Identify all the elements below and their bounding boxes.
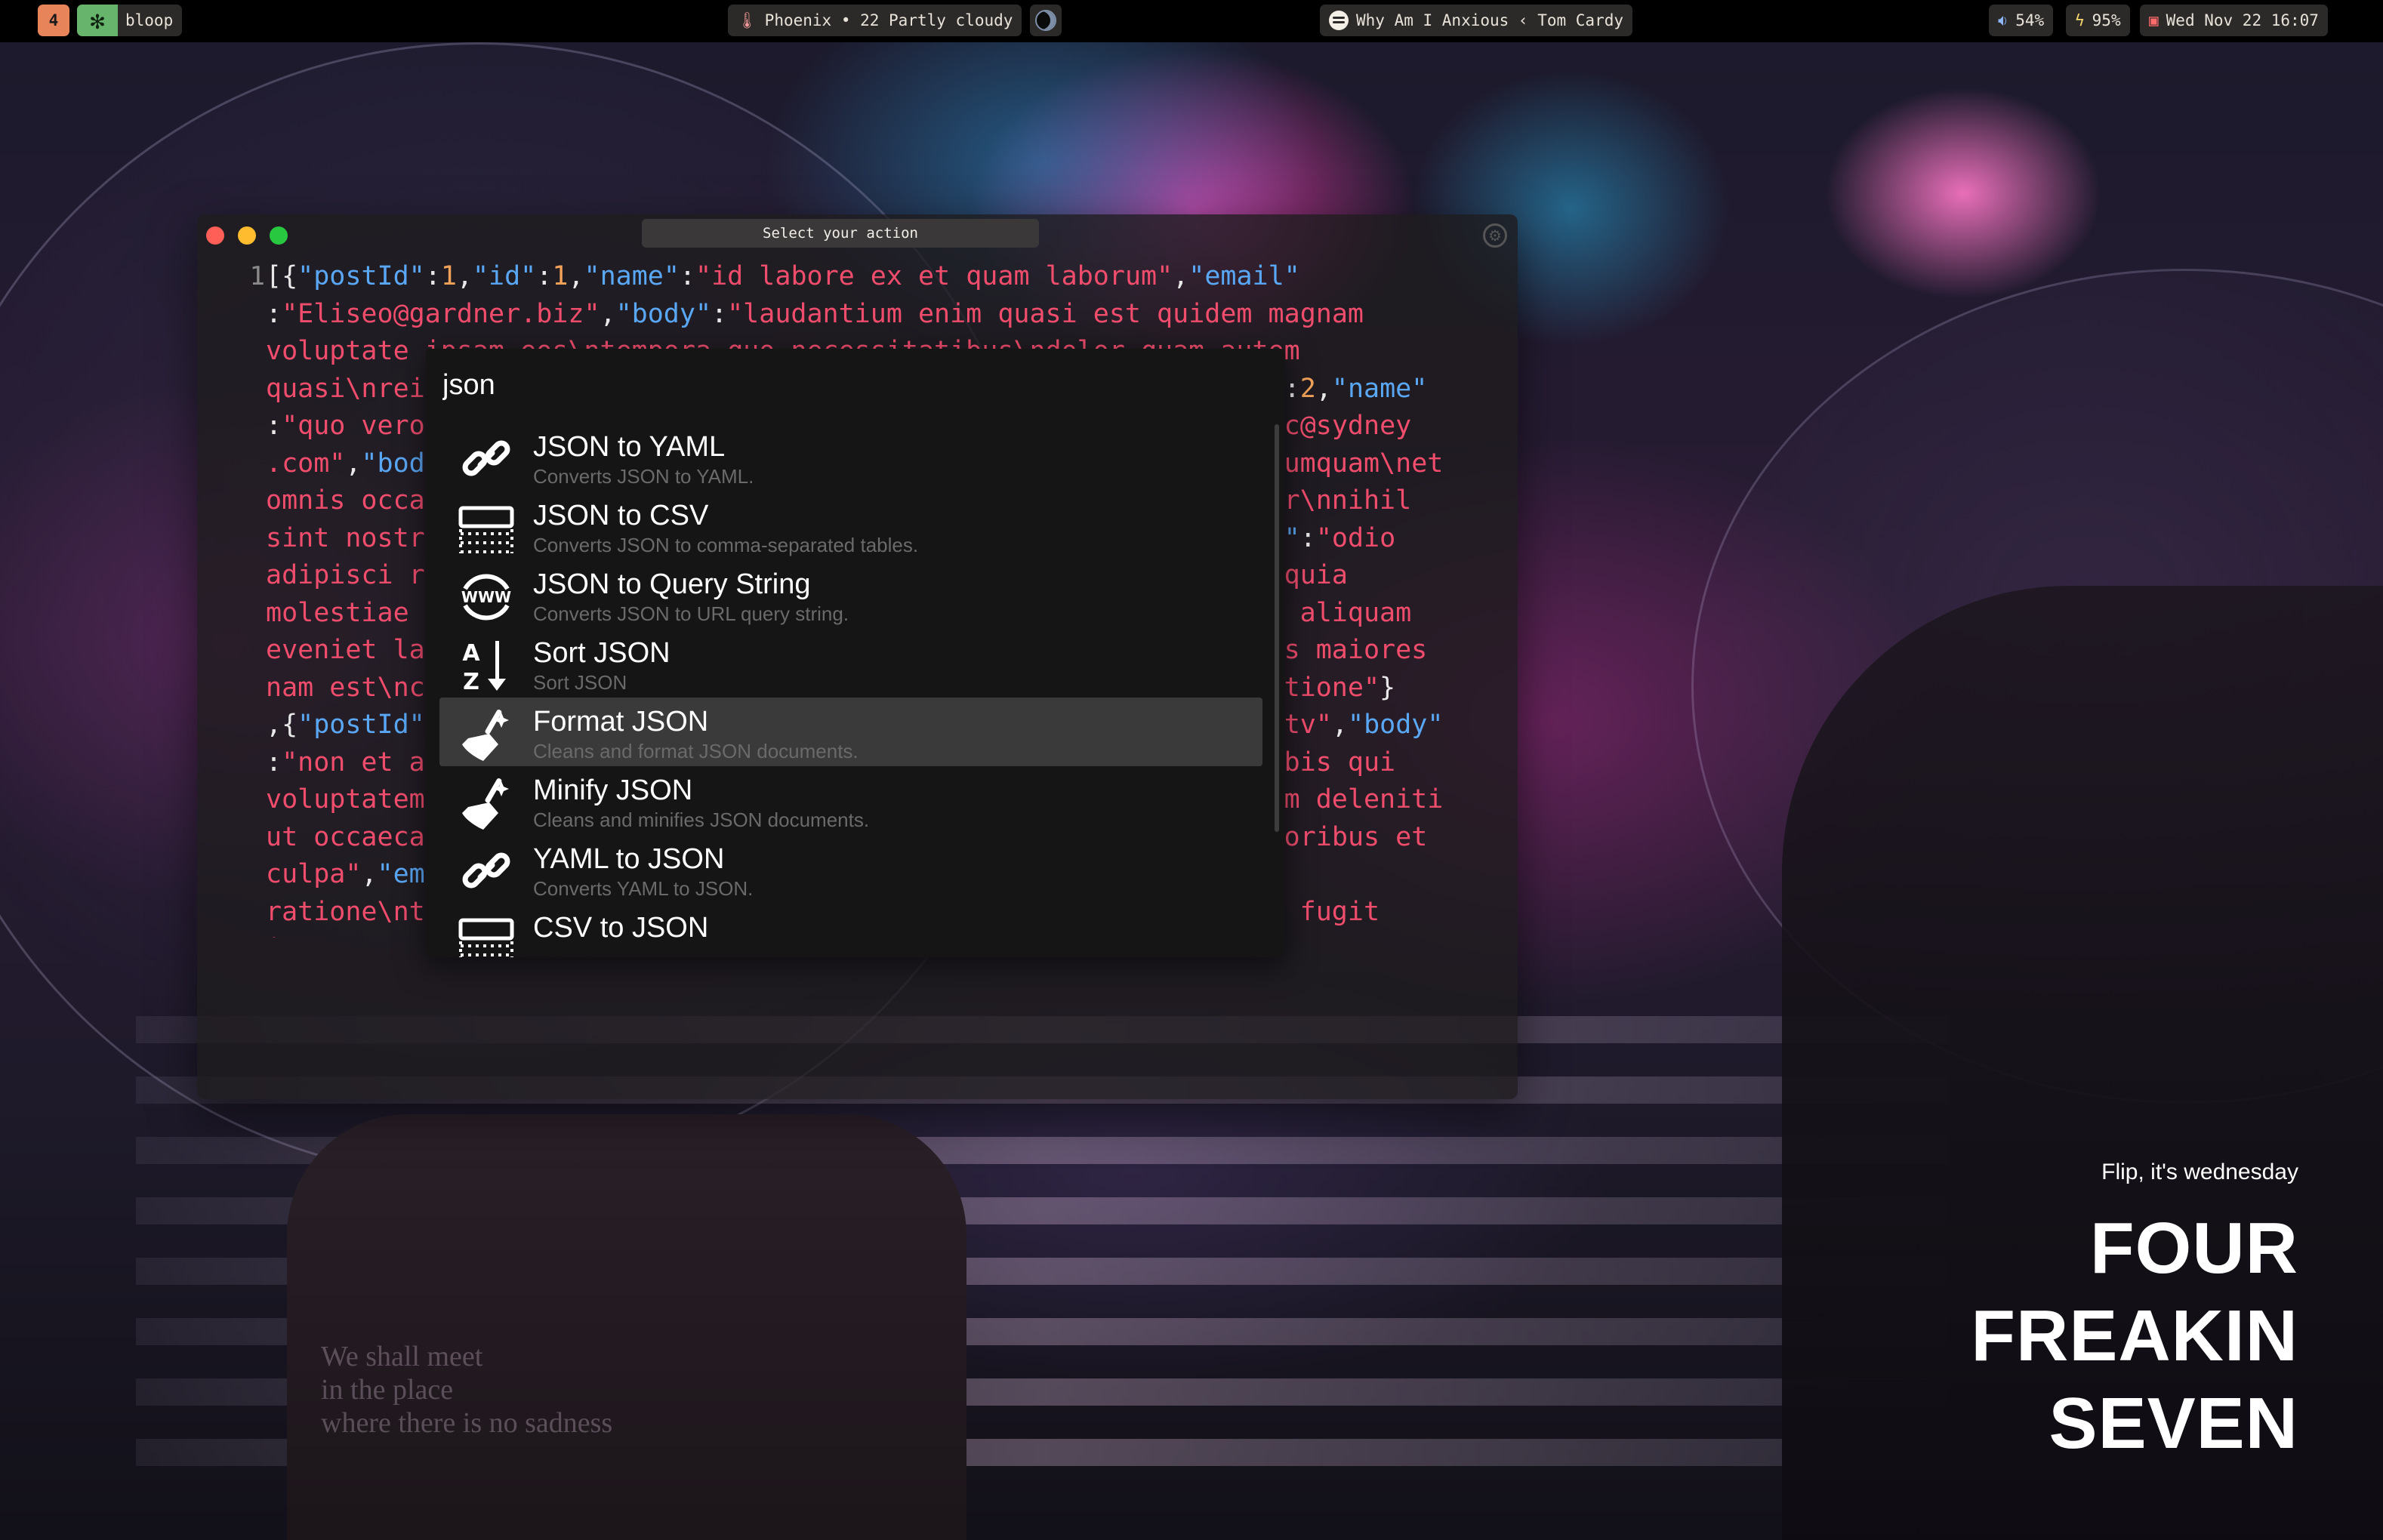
volume-text: 54% (2015, 11, 2045, 29)
minimize-button[interactable] (238, 226, 256, 245)
now-playing-text: Why Am I Anxious ‹ Tom Cardy (1356, 11, 1624, 29)
workspace-indicator[interactable]: 4 (38, 5, 69, 36)
palette-item-sort-json[interactable]: A Z Sort JSON Sort JSON (439, 629, 1262, 698)
palette-item-title: Minify JSON (533, 775, 693, 806)
gear-icon[interactable]: ⚙ (1483, 223, 1507, 248)
broom-icon (456, 705, 516, 762)
weather-widget[interactable]: 🌡︎ Phoenix • 22 Partly cloudy (728, 5, 1022, 36)
svg-text:WWW: WWW (461, 588, 511, 606)
palette-item-minify-json[interactable]: Minify JSON Cleans and minifies JSON docu… (439, 766, 1262, 835)
palette-item-title: JSON to CSV (533, 500, 709, 531)
day-widget-line-1: FOUR (2090, 1208, 2298, 1289)
svg-text:Z: Z (463, 669, 479, 694)
window-titlebar[interactable]: Select your action ⚙ (197, 214, 1518, 255)
figure-left-image (287, 1114, 966, 1540)
palette-search-input[interactable] (442, 362, 1258, 408)
weather-text: Phoenix • 22 Partly cloudy (764, 11, 1013, 29)
speaker-icon: 🔉︎ (1998, 11, 2008, 29)
palette-item-title: CSV to JSON (533, 912, 709, 944)
command-palette: JSON to YAMLConverts JSON to YAML.JSON t… (426, 349, 1285, 957)
zoom-button[interactable] (270, 226, 288, 245)
day-widget: Flip, it's wednesday FOUR FREAKIN SEVEN (1971, 1160, 2298, 1468)
palette-results-list: JSON to YAML Converts JSON to YAML. JSON t… (439, 423, 1262, 957)
now-playing-widget[interactable]: Why Am I Anxious ‹ Tom Cardy (1320, 5, 1633, 36)
link-icon (456, 430, 516, 488)
palette-item-json-to-csv[interactable]: JSON to CSV Converts JSON to comma-separa… (439, 491, 1262, 560)
bolt-icon: ϟ (2075, 11, 2085, 29)
palette-item-title: JSON to Query String (533, 568, 811, 600)
palette-item-description: Cleans and format JSON documents. (533, 740, 859, 762)
clock-text: Wed Nov 22 16:07 (2166, 11, 2319, 29)
svg-text:A: A (462, 640, 480, 667)
palette-item-description: Converts JSON to comma-separated tables. (533, 534, 919, 556)
moon-phase-icon (1035, 10, 1056, 31)
palette-item-description: Converts JSON to YAML. (533, 465, 754, 488)
thermometer-icon: 🌡︎ (737, 11, 757, 29)
day-widget-line-2: FREAKIN (1971, 1295, 2298, 1376)
palette-item-title: Format JSON (533, 706, 709, 738)
day-widget-subtitle: Flip, it's wednesday (2101, 1160, 2298, 1184)
action-selector-title[interactable]: Select your action (642, 219, 1039, 248)
spotify-icon (1329, 11, 1349, 30)
top-status-bar: 4 ✻ bloop 🌡︎ Phoenix • 22 Partly cloudy … (0, 0, 2383, 42)
day-widget-line-3: SEVEN (2049, 1383, 2298, 1464)
link-icon (456, 842, 516, 900)
jacket-text: We shall meet in the place where there i… (321, 1341, 613, 1439)
clock-widget[interactable]: ▣ Wed Nov 22 16:07 (2140, 5, 2328, 36)
asterisk-icon: ✻ (77, 5, 118, 36)
palette-scrollbar[interactable] (1275, 424, 1279, 832)
broom-icon (456, 774, 516, 831)
line-number: 1 (249, 261, 265, 291)
table-icon (456, 911, 516, 957)
palette-item-csv-to-json[interactable]: CSV to JSON (439, 904, 1262, 957)
moon-phase-widget[interactable] (1030, 5, 1062, 36)
sort-az-icon: AZ (456, 636, 516, 694)
palette-item-title: YAML to JSON (533, 843, 725, 875)
active-app-indicator[interactable]: ✻ bloop (77, 5, 183, 36)
palette-item-title: Sort JSON (533, 637, 671, 669)
palette-item-title: JSON to YAML (533, 431, 726, 463)
volume-widget[interactable]: 🔉︎ 54% (1989, 5, 2054, 36)
palette-item-json-to-yaml[interactable]: JSON to YAML Converts JSON to YAML. (439, 423, 1262, 491)
palette-item-description: Converts YAML to JSON. (533, 877, 754, 900)
workspace-number: 4 (48, 11, 59, 29)
close-button[interactable] (206, 226, 224, 245)
battery-widget[interactable]: ϟ 95% (2066, 5, 2130, 36)
table-icon (456, 499, 516, 556)
palette-item-description: Cleans and minifies JSON documents. (533, 808, 870, 831)
palette-item-description: Converts JSON to URL query string. (533, 602, 849, 625)
www-icon: WWW (456, 568, 516, 625)
palette-item-yaml-to-json[interactable]: YAML to JSON Converts YAML to JSON. (439, 835, 1262, 904)
palette-item-format-json[interactable]: Format JSON Cleans and format JSON docume… (439, 698, 1262, 766)
calendar-icon: ▣ (2149, 11, 2159, 29)
battery-text: 95% (2092, 11, 2121, 29)
palette-item-description: Sort JSON (533, 671, 627, 694)
active-app-name: bloop (125, 11, 174, 29)
palette-item-json-to-query-string[interactable]: WWW JSON to Query String Converts JSON to … (439, 560, 1262, 629)
